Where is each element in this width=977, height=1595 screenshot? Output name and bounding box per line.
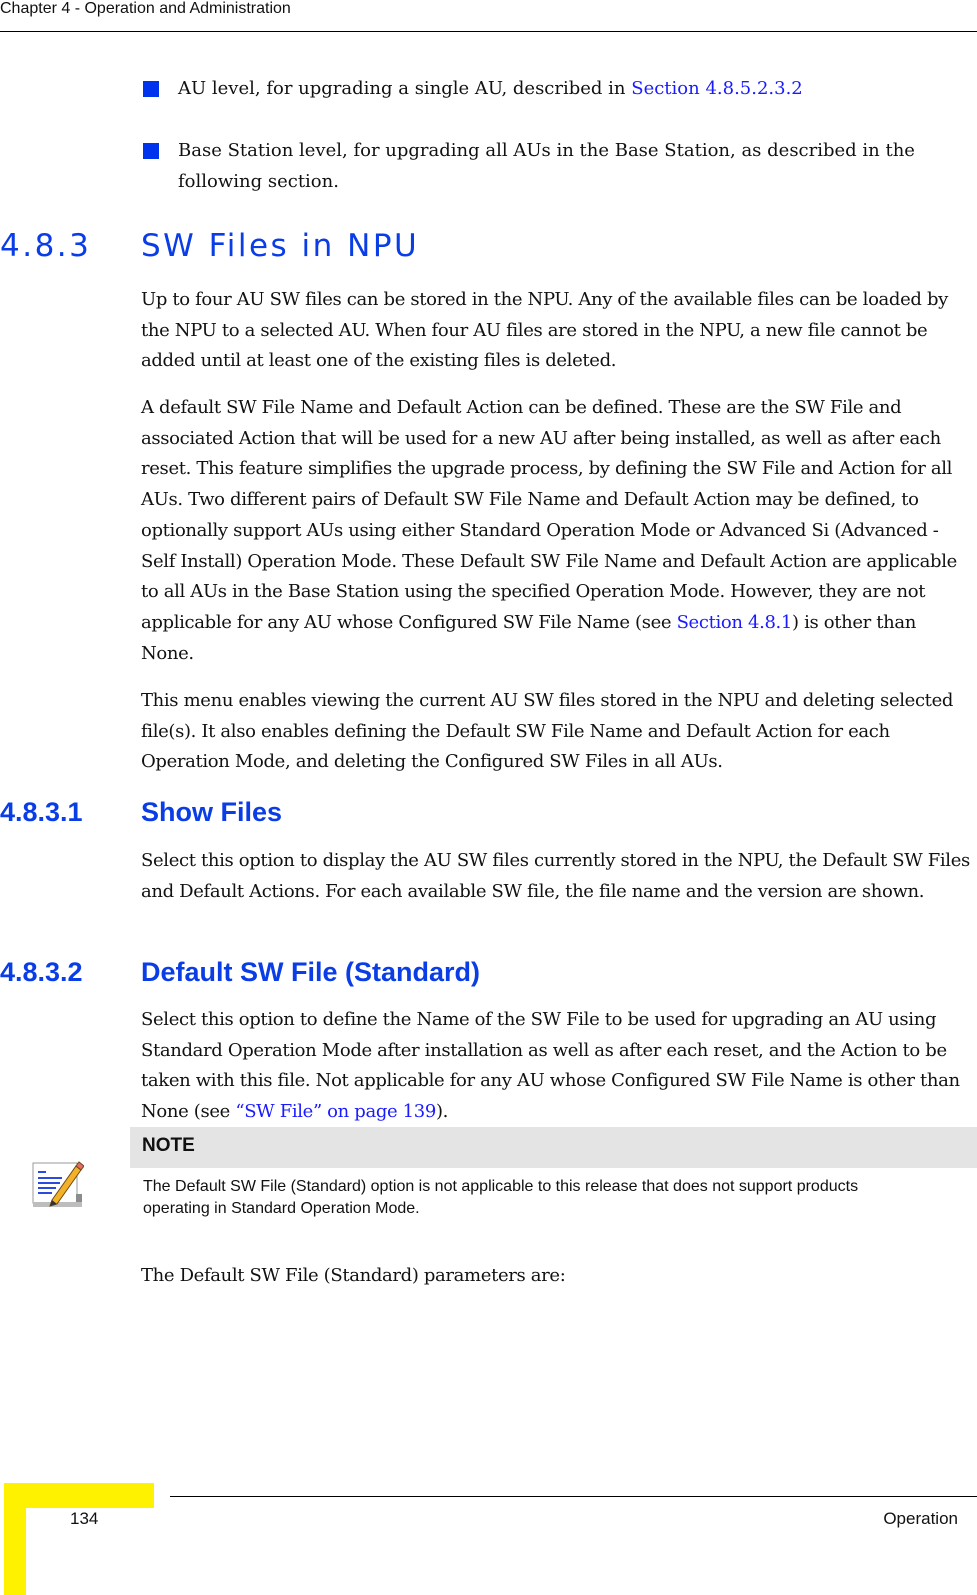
paragraph: Select this option to define the Name of… <box>141 1005 971 1128</box>
footer-tab-marker <box>4 1483 154 1508</box>
paragraph: This menu enables viewing the current AU… <box>141 686 971 778</box>
subsection-number: 4.8.3.1 <box>0 797 83 827</box>
paragraph-text: The Default SW File (Standard) parameter… <box>141 1265 566 1286</box>
subsection-number: 4.8.3.2 <box>0 957 83 987</box>
paragraph-text: This menu enables viewing the current AU… <box>141 690 954 773</box>
section-link[interactable]: Section 4.8.5.2.3.2 <box>631 78 803 99</box>
paragraph-text: ). <box>436 1101 449 1123</box>
running-header: Chapter 4 - Operation and Administration <box>0 0 291 17</box>
note-pencil-icon <box>32 1158 85 1210</box>
subsection-heading: 4.8.3.1 Show Files <box>0 796 282 828</box>
subsection-title: Default SW File (Standard) <box>141 957 481 987</box>
bullet-text: AU level, for upgrading a single AU, des… <box>178 78 632 99</box>
note-header-band: NOTE <box>130 1127 977 1168</box>
bullet-item: Base Station level, for upgrading all AU… <box>178 135 968 197</box>
paragraph: Up to four AU SW files can be stored in … <box>141 285 971 377</box>
section-number: 4.8.3 <box>0 228 92 264</box>
header-rule <box>0 31 977 32</box>
footer-section-label: Operation <box>883 1509 958 1528</box>
subsection-heading: 4.8.3.2 Default SW File (Standard) <box>0 956 480 988</box>
paragraph-text: Up to four AU SW files can be stored in … <box>141 289 948 372</box>
section-link[interactable]: Section 4.8.1 <box>677 612 793 633</box>
section-heading: 4.8.3 SW Files in NPU <box>0 228 419 264</box>
footer-tab-marker <box>4 1483 26 1595</box>
bullet-text: Base Station level, for upgrading all AU… <box>178 140 915 192</box>
paragraph: The Default SW File (Standard) parameter… <box>141 1261 971 1292</box>
paragraph-text: Select this option to display the AU SW … <box>141 850 970 902</box>
note-title: NOTE <box>142 1135 195 1156</box>
bullet-square-icon <box>143 81 159 97</box>
footer-rule <box>170 1496 977 1497</box>
paragraph: A default SW File Name and Default Actio… <box>141 393 971 669</box>
paragraph: Select this option to display the AU SW … <box>141 846 971 907</box>
page-reference-link[interactable]: “SW File” on page 139 <box>235 1101 436 1122</box>
section-title: SW Files in NPU <box>141 228 420 264</box>
bullet-item: AU level, for upgrading a single AU, des… <box>178 73 968 104</box>
note-text: The Default SW File (Standard) option is… <box>143 1178 859 1217</box>
paragraph-text: A default SW File Name and Default Actio… <box>141 397 957 633</box>
bullet-square-icon <box>143 143 159 159</box>
subsection-title: Show Files <box>141 797 283 827</box>
page-number: 134 <box>70 1509 99 1528</box>
